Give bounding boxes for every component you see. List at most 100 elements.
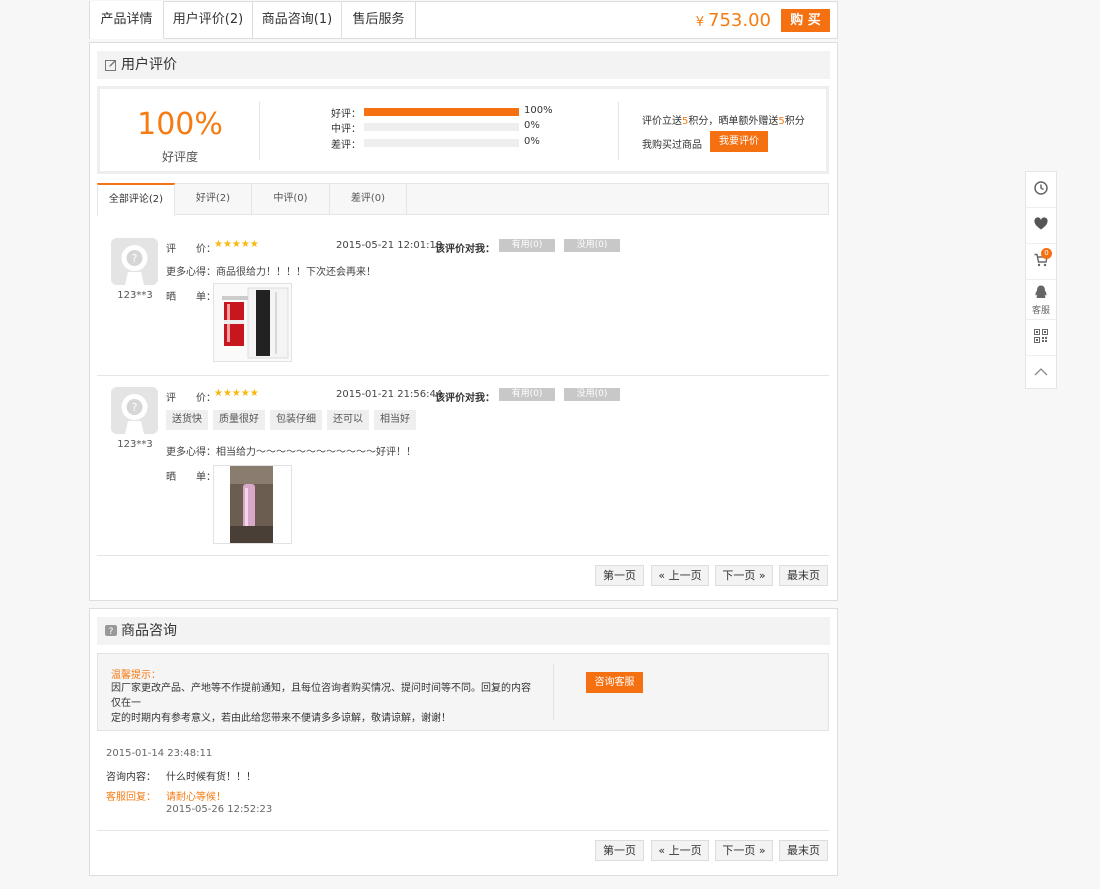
divider: [553, 664, 554, 720]
price-amount: 753.00: [708, 10, 771, 31]
review-tag: 送货快: [166, 410, 208, 430]
history-button[interactable]: [1026, 172, 1056, 208]
edit-icon: [105, 60, 116, 71]
customer-service-label: 客服: [1031, 306, 1050, 316]
good-rate: 100%: [137, 107, 223, 142]
review-content: 更多心得：商品很给力！！！！下次还会再来！: [166, 267, 376, 278]
filter-neutral[interactable]: 中评(0): [252, 183, 330, 215]
useless-button[interactable]: 没用(0): [564, 388, 620, 401]
last-page-button[interactable]: 最末页: [779, 565, 828, 586]
tab-product-details[interactable]: 产品详情: [90, 1, 164, 39]
review-tag: 质量很好: [213, 410, 265, 430]
write-review-button[interactable]: 我要评价: [710, 131, 768, 152]
avatar: ?: [111, 238, 158, 285]
qq-penguin-icon: [1035, 285, 1047, 298]
consult-date: 2015-01-14 23:48:11: [106, 748, 213, 759]
svg-text:?: ?: [109, 627, 114, 637]
next-page-button[interactable]: 下一页 »: [715, 840, 773, 861]
review-tags: 送货快 质量很好 包装仔细 还可以 相当好: [166, 410, 416, 430]
product-photo-image: [214, 284, 291, 361]
next-page-button[interactable]: 下一页 »: [715, 565, 773, 586]
back-to-top-button[interactable]: [1026, 356, 1056, 392]
star-rating: ★★★★★: [214, 388, 259, 399]
useful-button[interactable]: 有用(0): [499, 388, 555, 401]
svg-text:?: ?: [132, 252, 138, 265]
last-page-button[interactable]: 最末页: [779, 840, 828, 861]
review-divider: [97, 375, 829, 376]
qrcode-button[interactable]: [1026, 320, 1056, 356]
rating-label: 评 价：: [166, 393, 216, 404]
tab-product-consult[interactable]: 商品咨询(1): [253, 1, 342, 39]
divider: [259, 102, 260, 160]
star-rating: ★★★★★: [214, 239, 259, 250]
reviews-title: 用户评价: [121, 57, 177, 73]
question-text: 什么时候有货！！！: [166, 772, 256, 783]
heart-icon: [1034, 217, 1048, 230]
consult-divider: [97, 830, 829, 831]
consult-title: 商品咨询: [121, 623, 177, 639]
first-page-button[interactable]: 第一页: [595, 840, 644, 861]
buy-button[interactable]: 购 买: [781, 9, 830, 32]
question-label: 咨询内容：: [106, 772, 156, 783]
cart-count-badge: 0: [1041, 248, 1052, 259]
review-username: 123**3: [117, 290, 153, 301]
bought-text: 我购买过商品: [642, 140, 702, 151]
default-avatar-icon: ?: [111, 387, 158, 434]
filter-bad[interactable]: 差评(0): [330, 183, 407, 215]
review-photo[interactable]: [213, 465, 292, 544]
reply-label: 客服回复：: [106, 792, 156, 803]
vote-question: 该评价对我：: [435, 393, 495, 404]
cart-button[interactable]: 0: [1026, 244, 1056, 280]
review-tag: 还可以: [327, 410, 369, 430]
avatar: ?: [111, 387, 158, 434]
default-avatar-icon: ?: [111, 238, 158, 285]
good-rate-label: 好评度: [161, 150, 198, 164]
reply-text: 请耐心等候！: [166, 792, 226, 803]
clock-icon: [1034, 181, 1048, 195]
review-tag: 相当好: [374, 410, 416, 430]
qrcode-icon: [1034, 329, 1048, 343]
consult-panel: ? 商品咨询: [89, 608, 838, 876]
notice-title: 温馨提示：: [111, 670, 161, 681]
review-username: 123**3: [117, 439, 153, 450]
review-date: 2015-05-21 12:01:18: [336, 240, 443, 251]
first-page-button[interactable]: 第一页: [595, 565, 644, 586]
vote-question: 该评价对我：: [435, 244, 495, 255]
filter-all[interactable]: 全部评论(2): [97, 183, 175, 216]
tab-after-sales[interactable]: 售后服务: [342, 1, 416, 39]
review-photo[interactable]: [213, 283, 292, 362]
rating-bar-fill: [364, 108, 519, 116]
show-label: 晒 单：: [166, 292, 216, 303]
product-photo-image: [214, 466, 291, 543]
review-divider: [97, 555, 829, 556]
useless-button[interactable]: 没用(0): [564, 239, 620, 252]
filter-good[interactable]: 好评(2): [175, 183, 252, 215]
chevron-up-icon: [1034, 368, 1048, 376]
favorites-button[interactable]: [1026, 208, 1056, 244]
customer-service-button[interactable]: 客服: [1026, 280, 1056, 320]
prev-page-button[interactable]: « 上一页: [651, 840, 709, 861]
review-tag: 包装仔细: [270, 410, 322, 430]
rating-summary: 100% 好评度 好评： 100% 中评： 0% 差评： 0% 评价立送5积分，…: [97, 86, 829, 174]
reply-date: 2015-05-26 12:52:23: [166, 804, 273, 815]
product-tabbar: 产品详情 用户评价(2) 商品咨询(1) 售后服务 ¥753.00 购 买: [89, 1, 838, 39]
floating-sidebar: 0 客服: [1025, 171, 1057, 389]
consult-notice: 温馨提示： 因厂家更改产品、产地等不作提前通知，且每位咨询者购买情况、提问时间等…: [97, 653, 829, 731]
rating-label: 评 价：: [166, 244, 216, 255]
review-filter-tabs: 全部评论(2) 好评(2) 中评(0) 差评(0): [97, 183, 829, 216]
show-label: 晒 单：: [166, 472, 216, 483]
tab-user-reviews[interactable]: 用户评价(2): [164, 1, 253, 39]
review-date: 2015-01-21 21:56:44: [336, 389, 443, 400]
price: ¥753.00: [695, 10, 771, 31]
points-promo: 评价立送5积分，晒单额外赠送5积分: [642, 116, 805, 127]
svg-text:?: ?: [132, 401, 138, 414]
consult-service-button[interactable]: 咨询客服: [586, 672, 643, 693]
notice-body: 因厂家更改产品、产地等不作提前通知，且每位咨询者购买情况、提问时间等不同。回复的…: [111, 683, 531, 724]
useful-button[interactable]: 有用(0): [499, 239, 555, 252]
question-icon: ?: [105, 625, 117, 637]
prev-page-button[interactable]: « 上一页: [651, 565, 709, 586]
consult-panel-header: ? 商品咨询: [97, 617, 830, 645]
reviews-panel-header: 用户评价: [97, 51, 830, 79]
divider: [618, 102, 619, 160]
review-content: 更多心得：相当给力～～～～～～～～～～～～好评！！: [166, 447, 416, 458]
